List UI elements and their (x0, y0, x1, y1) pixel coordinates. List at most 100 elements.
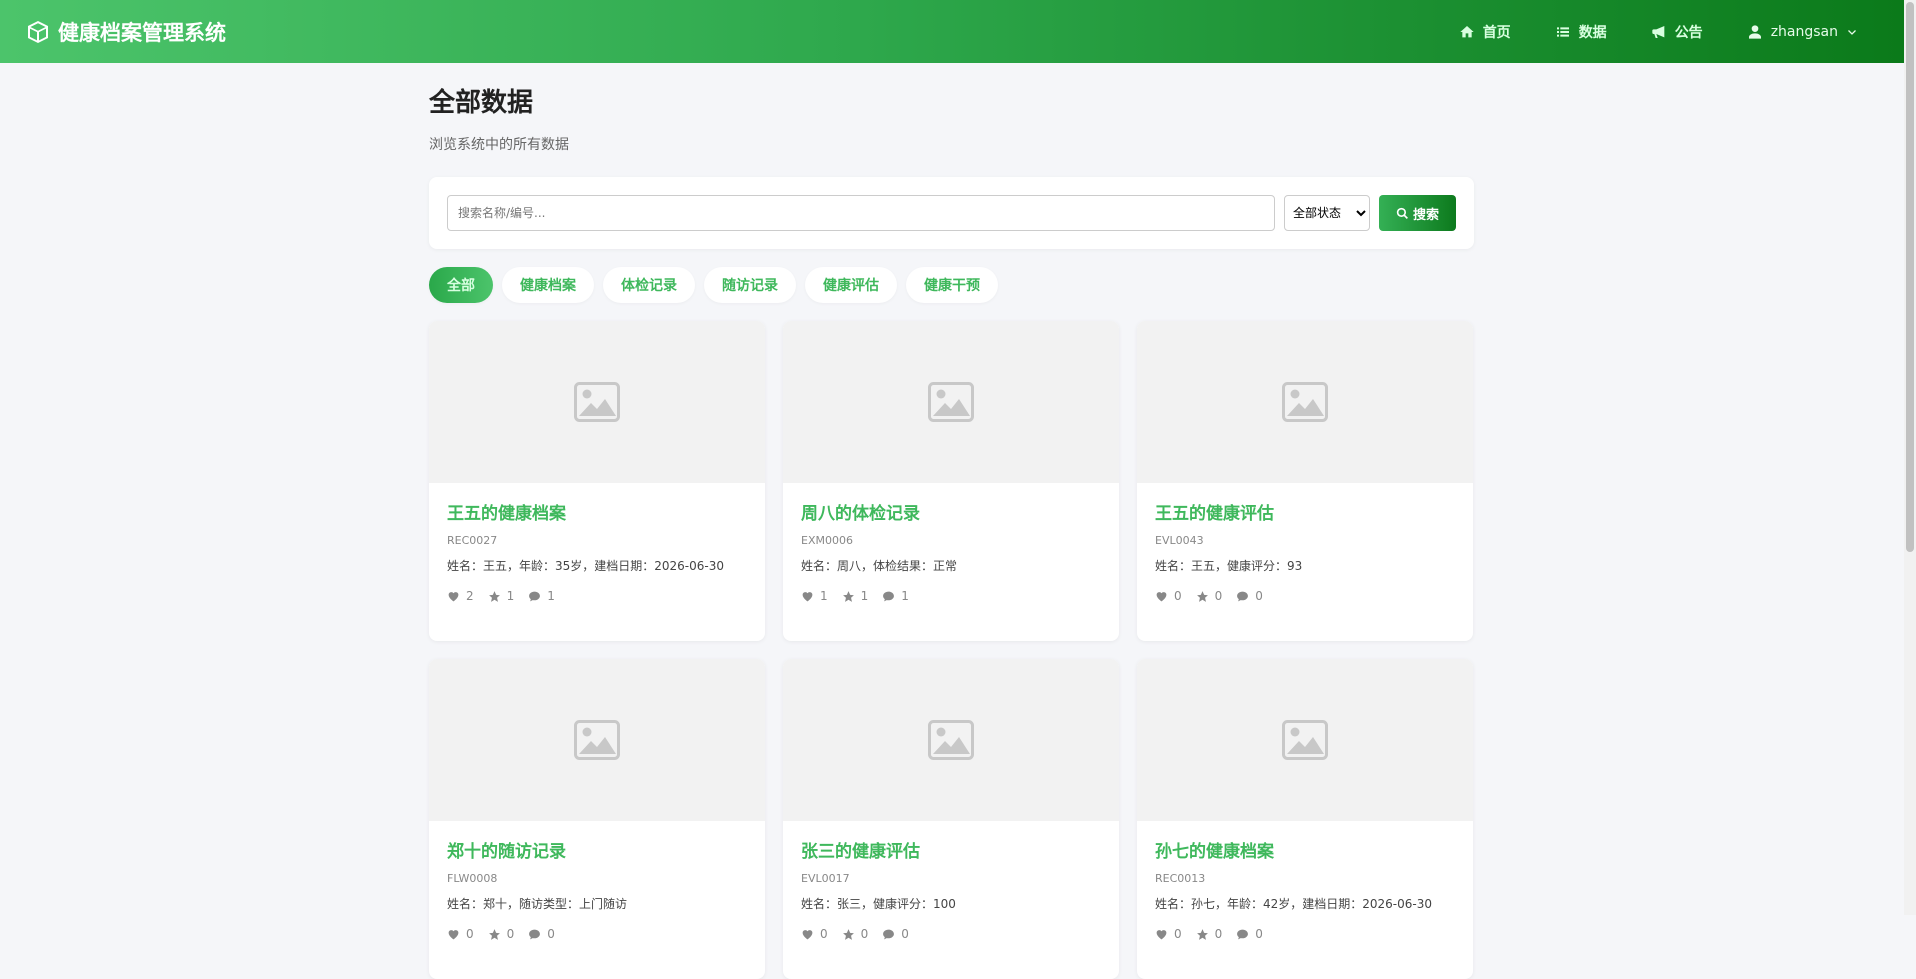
star-stat[interactable]: 1 (842, 589, 869, 603)
card-code: REC0027 (447, 534, 498, 547)
comment-count: 1 (547, 589, 555, 603)
card-title[interactable]: 周八的体检记录 (801, 503, 1101, 525)
data-card[interactable]: 王五的健康评估 EVL0043 姓名：王五，健康评分：93 0 0 0 (1137, 321, 1473, 641)
card-title[interactable]: 郑十的随访记录 (447, 841, 747, 863)
like-stat[interactable]: 0 (1155, 589, 1182, 603)
chevron-down-icon (1848, 29, 1856, 35)
card-image-placeholder (783, 321, 1119, 483)
tab-all[interactable]: 全部 (429, 267, 493, 303)
status-select[interactable]: 全部状态 (1284, 195, 1370, 231)
card-stats: 1 1 1 (801, 589, 1101, 603)
heart-icon (1156, 929, 1167, 939)
tab-health-assessment[interactable]: 健康评估 (805, 267, 897, 303)
comment-count: 0 (901, 927, 909, 941)
search-input[interactable] (447, 195, 1275, 231)
nav-home[interactable]: 首页 (1459, 22, 1511, 42)
image-icon (928, 382, 974, 422)
card-description: 姓名：王五，年龄：35岁，建档日期：2026-06-30 (447, 559, 725, 573)
page-scrollbar[interactable] (1904, 0, 1916, 915)
search-button-label: 搜索 (1412, 207, 1439, 223)
star-count: 0 (1214, 589, 1223, 603)
like-stat[interactable]: 0 (1155, 927, 1182, 941)
image-icon (1282, 720, 1328, 760)
heart-icon (448, 591, 459, 601)
card-stats: 0 0 0 (1155, 589, 1455, 603)
card-description: 姓名：张三，健康评分：100 (801, 897, 956, 911)
nav-notice[interactable]: 公告 (1651, 22, 1703, 42)
star-icon (842, 928, 854, 940)
image-icon (574, 382, 620, 422)
card-image-placeholder (1137, 659, 1473, 821)
like-stat[interactable]: 2 (447, 589, 474, 603)
home-icon (1460, 25, 1474, 37)
star-stat[interactable]: 0 (1196, 927, 1223, 941)
star-count: 0 (506, 927, 515, 941)
comment-stat[interactable]: 0 (882, 927, 909, 941)
card-stats: 0 0 0 (447, 927, 747, 941)
comment-stat[interactable]: 0 (1236, 589, 1263, 603)
page-title: 全部数据 (429, 88, 534, 118)
star-stat[interactable]: 0 (488, 927, 515, 941)
card-stats: 2 1 1 (447, 589, 747, 603)
comment-icon (1237, 591, 1249, 601)
tab-health-records[interactable]: 健康档案 (502, 267, 594, 303)
like-stat[interactable]: 1 (801, 589, 828, 603)
image-icon (574, 720, 620, 760)
star-stat[interactable]: 0 (1196, 589, 1223, 603)
card-title[interactable]: 张三的健康评估 (801, 841, 1101, 863)
data-card[interactable]: 郑十的随访记录 FLW0008 姓名：郑十，随访类型：上门随访 0 0 0 (429, 659, 765, 979)
like-stat[interactable]: 0 (801, 927, 828, 941)
comment-stat[interactable]: 1 (528, 589, 555, 603)
comment-count: 0 (547, 927, 555, 941)
star-count: 0 (860, 927, 869, 941)
card-description: 姓名：王五，健康评分：93 (1155, 559, 1303, 573)
star-stat[interactable]: 1 (488, 589, 515, 603)
star-icon (842, 590, 854, 602)
list-icon (1556, 26, 1569, 37)
nav-home-label: 首页 (1482, 24, 1511, 41)
card-code: REC0013 (1155, 872, 1206, 885)
star-count: 1 (506, 589, 515, 603)
card-stats: 0 0 0 (1155, 927, 1455, 941)
star-count: 1 (860, 589, 869, 603)
tab-health-intervention[interactable]: 健康干预 (906, 267, 998, 303)
like-count: 0 (820, 927, 828, 941)
star-icon (488, 590, 500, 602)
search-button[interactable]: 搜索 (1379, 195, 1456, 231)
brand[interactable]: 健康档案管理系统 (26, 0, 226, 63)
comment-icon (883, 929, 895, 939)
like-count: 1 (820, 589, 828, 603)
data-card[interactable]: 张三的健康评估 EVL0017 姓名：张三，健康评分：100 0 0 0 (783, 659, 1119, 979)
star-stat[interactable]: 0 (842, 927, 869, 941)
comment-icon (883, 591, 895, 601)
page-subtitle: 浏览系统中的所有数据 (429, 137, 569, 153)
search-panel: 全部状态 搜索 (429, 177, 1474, 249)
data-card[interactable]: 周八的体检记录 EXM0006 姓名：周八，体检结果：正常 1 1 1 (783, 321, 1119, 641)
card-image-placeholder (429, 321, 765, 483)
card-title[interactable]: 孙七的健康档案 (1155, 841, 1455, 863)
card-title[interactable]: 王五的健康档案 (447, 503, 747, 525)
data-card[interactable]: 孙七的健康档案 REC0013 姓名：孙七，年龄：42岁，建档日期：2026-0… (1137, 659, 1473, 979)
comment-stat[interactable]: 0 (1236, 927, 1263, 941)
card-code: FLW0008 (447, 872, 498, 885)
nav-data[interactable]: 数据 (1555, 22, 1607, 42)
card-title[interactable]: 王五的健康评估 (1155, 503, 1455, 525)
tab-followup-records[interactable]: 随访记录 (704, 267, 796, 303)
scrollbar-thumb[interactable] (1906, 2, 1914, 552)
like-count: 0 (1174, 927, 1182, 941)
like-stat[interactable]: 0 (447, 927, 474, 941)
card-code: EVL0017 (801, 872, 850, 885)
nav-data-label: 数据 (1578, 24, 1607, 41)
tab-exam-records[interactable]: 体检记录 (603, 267, 695, 303)
comment-stat[interactable]: 1 (882, 589, 909, 603)
card-image-placeholder (783, 659, 1119, 821)
comment-stat[interactable]: 0 (528, 927, 555, 941)
user-menu[interactable]: zhangsan (1747, 24, 1858, 40)
card-description: 姓名：周八，体检结果：正常 (801, 559, 958, 573)
heart-icon (448, 929, 459, 939)
star-count: 0 (1214, 927, 1223, 941)
comment-icon (529, 929, 541, 939)
bullhorn-icon (1652, 25, 1665, 38)
nav-links: 首页 数据 公告 zhangsan (1459, 0, 1858, 63)
data-card[interactable]: 王五的健康档案 REC0027 姓名：王五，年龄：35岁，建档日期：2026-0… (429, 321, 765, 641)
